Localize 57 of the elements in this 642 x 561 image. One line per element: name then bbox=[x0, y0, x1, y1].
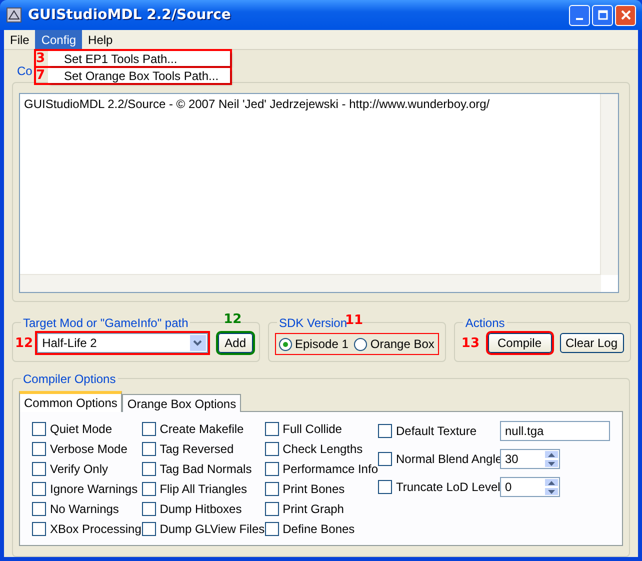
checkbox[interactable]: Flip All Triangles bbox=[142, 481, 265, 496]
menu-item[interactable]: Config bbox=[35, 30, 82, 49]
tab[interactable]: Orange Box Options bbox=[122, 394, 242, 412]
menu-item[interactable]: Set EP1 Tools Path... bbox=[48, 51, 230, 66]
menu-item[interactable]: Help bbox=[82, 30, 119, 49]
checkbox[interactable]: Tag Reversed bbox=[142, 441, 265, 456]
mod-combo-box[interactable]: Half-Life 2 bbox=[37, 333, 208, 353]
checkbox[interactable]: Print Graph bbox=[264, 501, 378, 516]
close-button[interactable] bbox=[615, 4, 636, 26]
checkbox[interactable]: Performamce Info bbox=[264, 461, 378, 476]
app-icon bbox=[6, 7, 22, 23]
horizontal-scrollbar[interactable] bbox=[20, 274, 601, 292]
checkbox[interactable]: Tag Bad Normals bbox=[142, 461, 265, 476]
minimize-button[interactable] bbox=[569, 4, 590, 26]
up-arrow-icon[interactable] bbox=[548, 452, 555, 456]
checkbox[interactable]: XBox Processing bbox=[32, 521, 142, 536]
group-title: Co bbox=[15, 64, 34, 78]
checkbox[interactable]: Ignore Warnings bbox=[32, 481, 142, 496]
checkbox[interactable]: No Warnings bbox=[32, 501, 142, 516]
annotation-number: 12 bbox=[15, 336, 34, 350]
checkbox[interactable]: Verbose Mode bbox=[32, 441, 142, 456]
checkbox[interactable]: Define Bones bbox=[264, 521, 378, 536]
group-title: Compiler Options bbox=[21, 372, 118, 386]
vertical-scrollbar[interactable] bbox=[600, 94, 618, 275]
tab[interactable]: Common Options bbox=[19, 391, 122, 412]
window-title: GUIStudioMDL 2.2/Source bbox=[28, 7, 232, 23]
checkbox[interactable]: Dump GLView Files bbox=[142, 521, 265, 536]
minimize-icon bbox=[576, 18, 583, 20]
radio-button[interactable]: Orange Box bbox=[354, 337, 434, 351]
log-text: GUIStudioMDL 2.2/Source - © 2007 Neil 'Jed' Jedrzejewski - http://www.wunderboy.org/ bbox=[24, 97, 490, 111]
checkbox[interactable]: Check Lengths bbox=[264, 441, 378, 456]
maximize-button[interactable] bbox=[592, 4, 613, 26]
radio-button[interactable]: Episode 1 bbox=[279, 337, 348, 351]
menu-item[interactable]: File bbox=[4, 30, 36, 49]
spinner-field[interactable]: 0 bbox=[500, 477, 560, 497]
add-button[interactable]: Add bbox=[218, 333, 253, 353]
text-field[interactable]: null.tga bbox=[500, 421, 610, 441]
compile-button[interactable]: Compile bbox=[488, 333, 552, 353]
checkbox[interactable]: Create Makefile bbox=[142, 421, 265, 436]
up-arrow-icon[interactable] bbox=[548, 480, 555, 484]
annotation-number: 13 bbox=[461, 336, 480, 350]
group-title: Target Mod or "GameInfo" path bbox=[21, 316, 190, 330]
annotation-number: 12 bbox=[224, 313, 242, 326]
checkbox[interactable]: Quiet Mode bbox=[32, 421, 142, 436]
checkbox[interactable]: Print Bones bbox=[264, 481, 378, 496]
checkbox[interactable]: Full Collide bbox=[264, 421, 378, 436]
checkbox[interactable]: Default Texture bbox=[378, 424, 496, 438]
down-arrow-icon[interactable] bbox=[548, 462, 555, 466]
maximize-icon bbox=[598, 10, 608, 20]
clear-log-button[interactable]: Clear Log bbox=[560, 333, 624, 353]
checkbox[interactable]: Verify Only bbox=[32, 461, 142, 476]
down-arrow-icon[interactable] bbox=[548, 490, 555, 494]
checkbox[interactable]: Dump Hitboxes bbox=[142, 501, 265, 516]
menu-item[interactable]: Set Orange Box Tools Path... bbox=[48, 68, 230, 83]
spinner-field[interactable]: 30 bbox=[500, 449, 560, 469]
group-title: Actions bbox=[463, 316, 507, 330]
close-icon bbox=[620, 10, 630, 20]
